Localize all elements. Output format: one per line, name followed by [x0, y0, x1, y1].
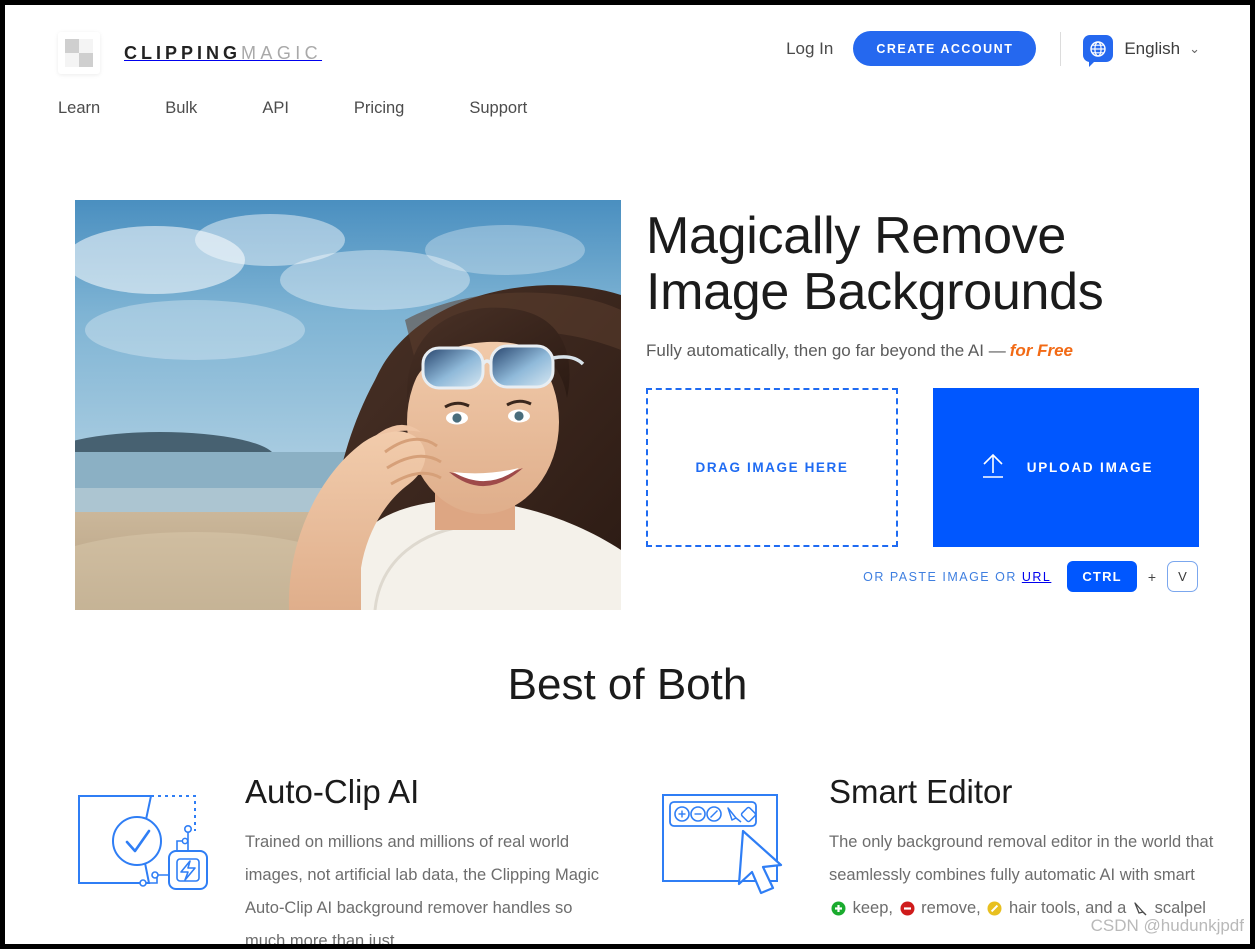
language-selector[interactable]: English ⌄ — [1083, 35, 1200, 67]
feature-body: Auto-Clip AI Trained on millions and mil… — [245, 775, 613, 944]
key-plus-symbol: + — [1147, 568, 1156, 585]
smart-editor-text-part1: The only background removal editor in th… — [829, 833, 1214, 884]
hero-subtitle-highlight: for Free — [1009, 341, 1074, 361]
main-nav: Learn Bulk API Pricing Support — [58, 99, 527, 118]
logo-text-primary: CLIPPING — [124, 42, 242, 63]
paste-url-link[interactable]: URL — [1022, 570, 1052, 584]
hero-text-block: Magically Remove Image Backgrounds Fully… — [646, 208, 1206, 361]
feature-title-auto-clip-ai: Auto-Clip AI — [245, 773, 420, 810]
upload-image-button[interactable]: UPLOAD IMAGE — [933, 388, 1199, 547]
chevron-down-icon: ⌄ — [1189, 40, 1200, 56]
feature-text-auto-clip-ai: Trained on millions and millions of real… — [245, 833, 600, 944]
feature-smart-editor: Smart Editor The only background removal… — [657, 775, 1217, 928]
remove-label: remove, — [921, 899, 981, 917]
login-link[interactable]: Log In — [786, 39, 833, 59]
hero-photo — [75, 200, 621, 610]
drag-image-label: DRAG IMAGE HERE — [695, 460, 849, 475]
checkerboard-logo-icon — [58, 32, 100, 74]
key-ctrl[interactable]: CTRL — [1067, 561, 1137, 592]
hero-title-line2: Image Backgrounds — [646, 263, 1104, 322]
nav-item-support[interactable]: Support — [469, 99, 527, 118]
paste-hint-prefix: OR PASTE IMAGE OR — [863, 569, 1022, 584]
scalpel-label: scalpel — [1154, 899, 1206, 917]
create-account-button[interactable]: CREATE ACCOUNT — [853, 31, 1037, 66]
feature-title-smart-editor: Smart Editor — [829, 773, 1013, 810]
drag-image-dropzone[interactable]: DRAG IMAGE HERE — [646, 388, 898, 547]
paste-hint-row: OR PASTE IMAGE OR URL CTRL + V — [646, 561, 1198, 592]
hair-slash-icon — [987, 895, 1002, 928]
scalpel-icon — [1133, 895, 1148, 928]
hair-tools-label: hair tools, and a — [1008, 899, 1127, 917]
logo-text: CLIPPINGMAGIC — [124, 43, 322, 64]
nav-item-api[interactable]: API — [262, 99, 354, 118]
nav-item-pricing[interactable]: Pricing — [354, 99, 469, 118]
browser-page: CLIPPINGMAGIC Log In CREATE ACCOUNT Engl… — [5, 5, 1250, 944]
hero-subtitle: Fully automatically, then go far beyond … — [646, 341, 1206, 361]
page-title: Magically Remove Image Backgrounds — [646, 208, 1206, 320]
feature-body: Smart Editor The only background removal… — [829, 775, 1217, 928]
logo-text-secondary: MAGIC — [241, 42, 323, 63]
section-title: Best of Both — [507, 660, 748, 709]
upload-arrow-icon — [979, 452, 1007, 483]
auto-clip-ai-illustration-icon — [73, 775, 221, 944]
hero-subtitle-plain: Fully automatically, then go far beyond … — [646, 341, 1006, 361]
nav-item-learn[interactable]: Learn — [58, 99, 165, 118]
remove-minus-icon — [900, 895, 915, 928]
upload-image-label: UPLOAD IMAGE — [1026, 460, 1154, 475]
language-label: English — [1124, 38, 1181, 58]
header-actions: Log In CREATE ACCOUNT English ⌄ — [786, 31, 1200, 67]
globe-icon — [1083, 35, 1114, 67]
keep-label: keep, — [852, 899, 893, 917]
feature-text-smart-editor: The only background removal editor in th… — [829, 826, 1217, 928]
key-v[interactable]: V — [1167, 561, 1198, 592]
paste-hint-text: OR PASTE IMAGE OR URL — [863, 570, 1051, 584]
header-divider — [1060, 31, 1062, 66]
site-header: CLIPPINGMAGIC Log In CREATE ACCOUNT Engl… — [5, 5, 1250, 87]
upload-controls: DRAG IMAGE HERE UPLOAD IMAGE — [646, 388, 1199, 547]
hero-title-line1: Magically Remove — [646, 207, 1067, 265]
smart-editor-illustration-icon — [657, 775, 805, 928]
feature-auto-clip-ai: Auto-Clip AI Trained on millions and mil… — [73, 775, 613, 944]
keep-plus-icon — [831, 895, 846, 928]
nav-item-bulk[interactable]: Bulk — [165, 99, 262, 118]
site-logo[interactable]: CLIPPINGMAGIC — [58, 32, 322, 74]
